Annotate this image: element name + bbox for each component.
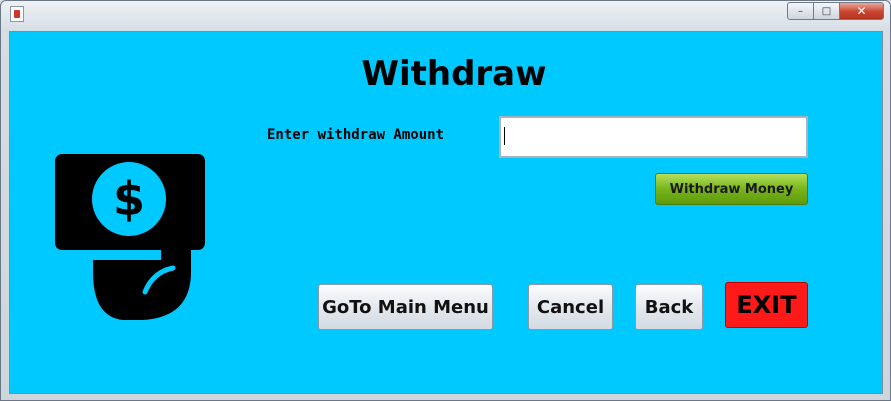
java-app-icon[interactable]: [10, 6, 24, 22]
cash-withdraw-icon: $: [55, 154, 205, 320]
minimize-button[interactable]: –: [787, 2, 814, 20]
window-controls: – □ ✕: [787, 2, 884, 20]
title-bar[interactable]: – □ ✕: [1, 1, 890, 29]
page-title: Withdraw: [361, 54, 547, 94]
maximize-button[interactable]: □: [813, 2, 840, 20]
text-caret: [504, 127, 505, 145]
exit-button[interactable]: EXIT: [725, 282, 808, 328]
amount-label: Enter withdraw Amount: [267, 127, 445, 143]
close-button[interactable]: ✕: [839, 2, 884, 20]
cancel-button[interactable]: Cancel: [528, 284, 613, 330]
app-window: – □ ✕ Withdraw $ Enter withdraw Amount W…: [0, 0, 891, 401]
back-button[interactable]: Back: [635, 284, 703, 330]
amount-input[interactable]: [499, 116, 808, 158]
withdraw-panel: Withdraw $ Enter withdraw Amount Withdra…: [9, 31, 883, 394]
withdraw-money-button[interactable]: Withdraw Money: [655, 173, 808, 205]
svg-text:$: $: [113, 172, 145, 226]
goto-main-menu-button[interactable]: GoTo Main Menu: [318, 284, 493, 330]
